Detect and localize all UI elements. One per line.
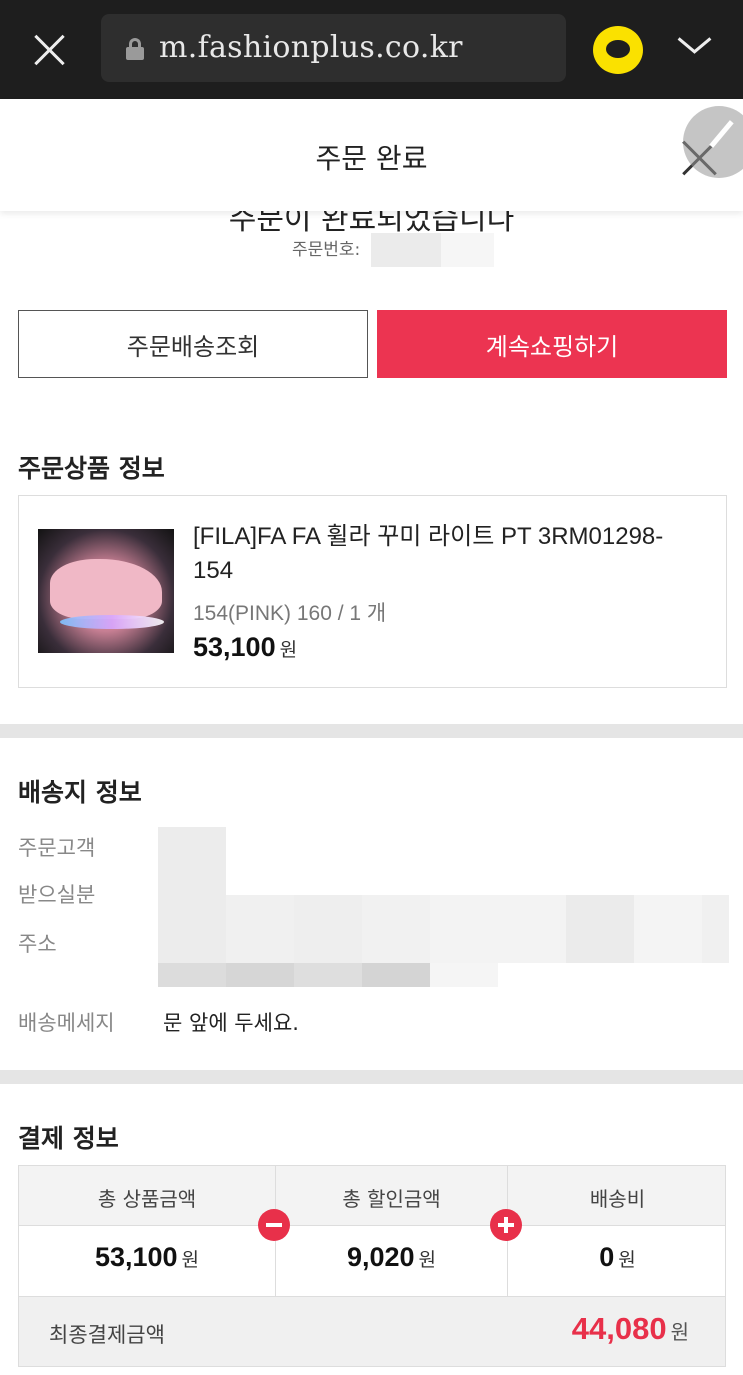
currency-unit: 원 — [418, 1250, 437, 1271]
shipping-fee-amount: 0원 — [508, 1242, 727, 1273]
order-number-label: 주문번호: — [292, 240, 361, 260]
address-redacted — [362, 895, 430, 963]
payment-summary-table: 총 상품금액 53,100 원 총 할인금액 9,020 원 배송비 0원 — [18, 1165, 726, 1297]
currency-unit: 원 — [618, 1250, 636, 1271]
address-redacted — [566, 895, 634, 963]
currency-unit: 원 — [670, 1322, 689, 1344]
total-discount-amount: 9,020 원 — [276, 1242, 507, 1273]
product-section-title: 주문상품 정보 — [18, 454, 165, 483]
shipping-fee-column: 배송비 0원 — [507, 1166, 727, 1296]
recipient-label: 받으실분 — [18, 883, 96, 907]
order-number-redacted — [441, 233, 494, 267]
lock-icon — [125, 38, 145, 60]
total-product-amount: 53,100 원 — [19, 1242, 275, 1273]
product-card[interactable]: [FILA]FA FA 휠라 꾸미 라이트 PT 3RM01298-154 15… — [18, 495, 727, 688]
close-icon[interactable] — [28, 28, 72, 72]
customer-label: 주문고객 — [18, 836, 96, 860]
product-price-value: 53,100 — [193, 632, 276, 662]
address-redacted — [634, 895, 702, 963]
address-redacted — [226, 963, 294, 987]
product-price: 53,100 원 — [193, 632, 297, 663]
currency-unit: 원 — [181, 1250, 200, 1271]
plus-icon — [490, 1209, 522, 1241]
final-payment-row: 최종결제금액 44,080 원 — [18, 1297, 726, 1367]
final-payment-amount: 44,080 원 — [572, 1311, 689, 1347]
delivery-message-value: 문 앞에 두세요. — [163, 1011, 299, 1035]
product-option: 154(PINK) 160 / 1 개 — [193, 602, 387, 625]
product-name[interactable]: [FILA]FA FA 휠라 꾸미 라이트 PT 3RM01298-154 — [193, 520, 703, 588]
total-product-column: 총 상품금액 53,100 원 — [19, 1166, 275, 1296]
address-redacted — [430, 963, 498, 987]
address-redacted — [226, 895, 294, 963]
currency-unit: 원 — [279, 640, 298, 661]
final-payment-value: 44,080 — [571, 1311, 667, 1346]
total-product-label: 총 상품금액 — [97, 1187, 197, 1211]
address-redacted — [702, 895, 729, 963]
address-redacted — [294, 895, 362, 963]
address-redacted — [158, 963, 226, 987]
kakao-talk-icon[interactable] — [593, 26, 643, 74]
order-tracking-button[interactable]: 주문배송조회 — [18, 310, 368, 378]
address-redacted — [430, 895, 566, 963]
address-bar[interactable]: m.fashionplus.co.kr — [101, 14, 566, 82]
chevron-down-icon[interactable] — [676, 30, 712, 66]
customer-redacted — [158, 827, 226, 963]
shipping-section-title: 배송지 정보 — [18, 778, 142, 807]
total-discount-value: 9,020 — [346, 1242, 415, 1272]
page-title: 주문 완료 — [315, 142, 428, 175]
payment-section-title: 결제 정보 — [18, 1124, 119, 1153]
browser-toolbar: m.fashionplus.co.kr — [0, 0, 743, 99]
section-divider — [0, 1070, 743, 1084]
page-header: 주문 완료 — [0, 99, 743, 211]
address-redacted — [362, 963, 430, 987]
total-product-value: 53,100 — [94, 1242, 178, 1272]
address-redacted — [294, 963, 362, 987]
address-label: 주소 — [18, 932, 57, 956]
url-text: m.fashionplus.co.kr — [159, 30, 463, 65]
product-image[interactable] — [38, 529, 174, 653]
shipping-fee-label: 배송비 — [589, 1187, 646, 1211]
section-divider — [0, 724, 743, 738]
total-discount-column: 총 할인금액 9,020 원 — [275, 1166, 507, 1296]
minus-icon — [258, 1209, 290, 1241]
total-discount-label: 총 할인금액 — [342, 1187, 441, 1211]
shipping-fee-value: 0 — [599, 1242, 615, 1272]
continue-shopping-button[interactable]: 계속쇼핑하기 — [377, 310, 727, 378]
final-payment-label: 최종결제금액 — [49, 1323, 165, 1347]
delivery-message-label: 배송메세지 — [18, 1011, 115, 1035]
order-number-redacted — [371, 233, 441, 267]
